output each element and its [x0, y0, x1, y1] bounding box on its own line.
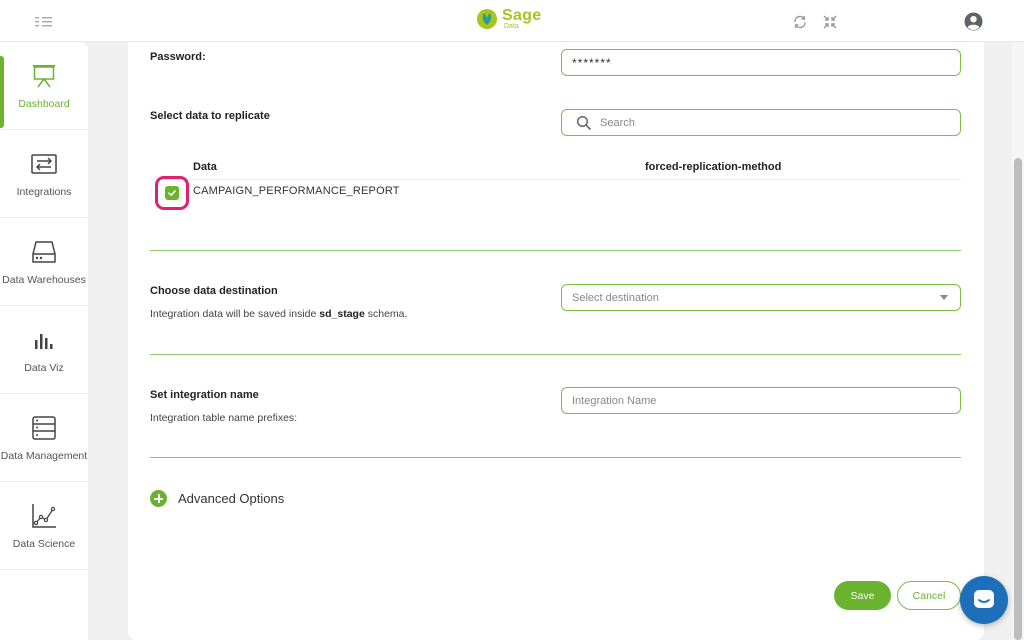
- sidebar-item-data-warehouses[interactable]: Data Warehouses: [0, 218, 88, 306]
- sidebar-item-dashboard[interactable]: Dashboard: [0, 42, 88, 130]
- collapse-icon[interactable]: [822, 14, 838, 30]
- destination-label: Choose data destination: [150, 285, 278, 297]
- sidebar-item-label: Dashboard: [18, 97, 70, 110]
- sidebar-item-label: Data Management: [0, 449, 88, 462]
- sage-leaf-icon: [477, 9, 497, 29]
- sidebar-item-data-science[interactable]: Data Science: [0, 482, 88, 570]
- search-input[interactable]: Search: [561, 109, 961, 136]
- sidebar-item-label: Data Viz: [24, 361, 64, 374]
- destination-description: Integration data will be saved inside sd…: [150, 308, 408, 320]
- table-header-divider: [150, 179, 961, 180]
- replicate-label: Select data to replicate: [150, 110, 270, 122]
- top-bar: Sage Data: [0, 0, 1024, 42]
- search-placeholder: Search: [600, 116, 635, 129]
- scatter-line-icon: [32, 503, 56, 528]
- password-field[interactable]: *******: [561, 49, 961, 76]
- logo-sub: Data: [504, 23, 519, 30]
- chat-support-button[interactable]: [960, 576, 1008, 624]
- column-header-forced-replication-method: forced-replication-method: [645, 161, 782, 173]
- destination-placeholder: Select destination: [572, 291, 659, 304]
- integration-name-description: Integration table name prefixes:: [150, 412, 298, 424]
- section-divider: [150, 457, 961, 458]
- table-row-data-name: CAMPAIGN_PERFORMANCE_REPORT: [193, 185, 400, 197]
- sidebar-item-label: Integrations: [16, 185, 72, 198]
- password-value: *******: [572, 55, 612, 70]
- sidebar: Dashboard Integrations Data Warehouses D…: [0, 42, 88, 640]
- checkmark-icon: [168, 190, 176, 196]
- sidebar-item-integrations[interactable]: Integrations: [0, 130, 88, 218]
- advanced-options-label: Advanced Options: [178, 491, 285, 506]
- integration-name-label: Set integration name: [150, 389, 259, 401]
- refresh-icon[interactable]: [792, 14, 808, 30]
- bar-chart-icon: [35, 333, 53, 349]
- search-icon: [576, 115, 592, 130]
- destination-select[interactable]: Select destination: [561, 284, 961, 311]
- integration-form-panel: Password: ******* Select data to replica…: [128, 42, 984, 640]
- sidebar-item-data-viz[interactable]: Data Viz: [0, 306, 88, 394]
- save-button[interactable]: Save: [834, 581, 891, 610]
- scrollbar-thumb[interactable]: [1014, 158, 1022, 640]
- hard-drive-icon: [32, 240, 56, 263]
- row-checkbox[interactable]: [165, 186, 179, 200]
- password-label: Password:: [150, 51, 206, 63]
- schema-name: sd_stage: [319, 308, 365, 320]
- row-checkbox-highlight[interactable]: [155, 176, 189, 210]
- user-avatar-icon[interactable]: [964, 12, 983, 31]
- chevron-down-icon: [940, 295, 948, 300]
- cancel-button[interactable]: Cancel: [897, 581, 961, 610]
- integration-name-placeholder: Integration Name: [572, 394, 657, 407]
- menu-icon[interactable]: [34, 14, 54, 30]
- chat-icon: [974, 590, 994, 608]
- presentation-board-icon: [33, 64, 55, 87]
- integration-name-input[interactable]: Integration Name: [561, 387, 961, 414]
- column-header-data: Data: [193, 161, 217, 173]
- logo-name: Sage: [502, 7, 542, 24]
- sage-data-logo[interactable]: Sage Data: [476, 8, 541, 30]
- sidebar-item-label: Data Warehouses: [2, 273, 86, 286]
- section-divider: [150, 354, 961, 355]
- section-divider: [150, 250, 961, 251]
- swap-arrows-icon: [31, 153, 57, 174]
- sidebar-item-data-management[interactable]: Data Management: [0, 394, 88, 482]
- plus-circle-icon: [150, 490, 167, 507]
- server-icon: [32, 415, 56, 440]
- advanced-options-toggle[interactable]: Advanced Options: [150, 490, 284, 507]
- sidebar-item-label: Data Science: [12, 537, 76, 550]
